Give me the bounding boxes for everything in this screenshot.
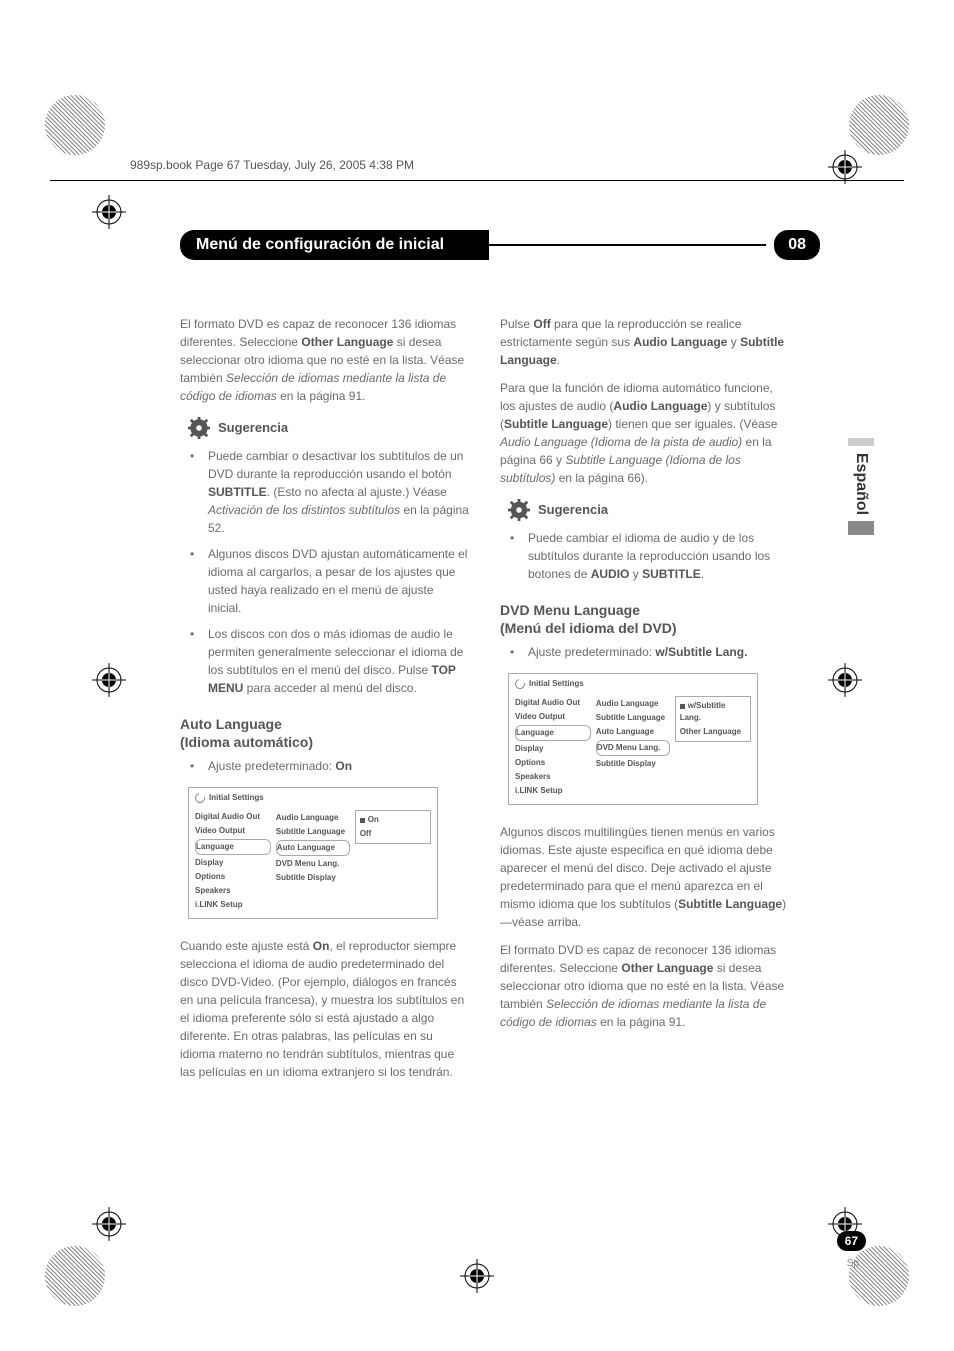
menu-item-selected: Language [515,725,591,741]
hint-header: Sugerencia [508,499,790,521]
menu-option: Other Language [680,725,746,739]
hint-list: Puede cambiar o desactivar los subtítulo… [180,447,470,697]
menu-item: Options [195,870,271,884]
hint-list: Puede cambiar el idioma de audio y de lo… [500,529,790,583]
menu-item: Digital Audio Out [515,696,591,710]
menu-item-selected: Language [195,839,271,855]
menu-item-selected: DVD Menu Lang. [596,740,670,756]
registration-mark-icon [460,1259,494,1293]
loop-icon [513,678,527,692]
list-item: Algunos discos DVD ajustan automáticamen… [198,545,470,617]
menu-item: Display [515,742,591,756]
menu-item: Speakers [515,770,591,784]
registration-mark-icon [92,663,126,697]
right-column: Pulse Off para que la reproducción se re… [500,315,790,1091]
gear-icon [508,499,530,521]
print-mark-circle [849,1246,909,1306]
settings-right-col: OnOff [355,810,431,844]
settings-mid-col: Audio LanguageSubtitle LanguageAuto Lang… [275,810,351,886]
registration-mark-icon [828,1207,862,1241]
default-setting: Ajuste predeterminado: w/Subtitle Lang. [500,643,790,661]
settings-screenshot: Initial Settings Digital Audio OutVideo … [188,787,438,919]
hint-header: Sugerencia [188,417,470,439]
settings-left-col: Digital Audio OutVideo OutputLanguageDis… [515,696,591,798]
menu-item: Video Output [515,710,591,724]
loop-icon [193,792,207,806]
menu-item: Display [195,856,271,870]
menu-item: Subtitle Language [276,825,350,839]
menu-item: Subtitle Display [276,871,350,885]
paragraph: Cuando este ajuste está On, el reproduct… [180,937,470,1081]
settings-right-col: w/Subtitle Lang.Other Language [675,696,751,742]
menu-item: DVD Menu Lang. [276,857,350,871]
page-title: Menú de configuración de inicial [180,230,489,260]
registration-mark-icon [828,663,862,697]
hint-label: Sugerencia [218,418,288,438]
registration-mark-icon [828,150,862,184]
menu-item: i.LINK Setup [195,898,271,912]
page-language-code: Sp [847,1258,859,1269]
menu-option: Off [360,827,426,841]
paragraph: Algunos discos multilingües tienen menús… [500,823,790,931]
menu-option: On [360,813,426,827]
settings-title: Initial Settings [189,788,437,808]
menu-option: w/Subtitle Lang. [680,699,746,725]
list-item: Los discos con dos o más idiomas de audi… [198,625,470,697]
hint-label: Sugerencia [538,500,608,520]
language-tab-label: Español [852,452,870,514]
list-item: Ajuste predeterminado: w/Subtitle Lang. [518,643,790,661]
menu-item: Auto Language [596,725,670,739]
default-setting: Ajuste predeterminado: On [180,757,470,775]
registration-mark-icon [92,1207,126,1241]
section-heading: DVD Menu Language (Menú del idioma del D… [500,601,790,637]
print-header: 989sp.book Page 67 Tuesday, July 26, 200… [130,158,414,172]
chapter-number: 08 [774,230,820,260]
settings-title: Initial Settings [509,674,757,694]
registration-mark-icon [92,195,126,229]
print-mark-circle [45,95,105,155]
paragraph: El formato DVD es capaz de reconocer 136… [180,315,470,405]
menu-item: Subtitle Language [596,711,670,725]
paragraph: Pulse Off para que la reproducción se re… [500,315,790,369]
menu-item: i.LINK Setup [515,784,591,798]
paragraph: Para que la función de idioma automático… [500,379,790,487]
paragraph: El formato DVD es capaz de reconocer 136… [500,941,790,1031]
menu-item: Digital Audio Out [195,810,271,824]
language-tab: Español [848,445,874,535]
menu-item: Speakers [195,884,271,898]
list-item: Puede cambiar o desactivar los subtítulo… [198,447,470,537]
settings-screenshot: Initial Settings Digital Audio OutVideo … [508,673,758,805]
menu-item: Options [515,756,591,770]
settings-left-col: Digital Audio OutVideo OutputLanguageDis… [195,810,271,912]
menu-item: Audio Language [596,697,670,711]
list-item: Puede cambiar el idioma de audio y de lo… [518,529,790,583]
menu-item: Subtitle Display [596,757,670,771]
menu-item: Audio Language [276,811,350,825]
left-column: El formato DVD es capaz de reconocer 136… [180,315,470,1091]
menu-item: Video Output [195,824,271,838]
section-heading: Auto Language (Idioma automático) [180,715,470,751]
list-item: Ajuste predeterminado: On [198,757,470,775]
settings-mid-col: Audio LanguageSubtitle LanguageAuto Lang… [595,696,671,772]
page-header: Menú de configuración de inicial 08 [180,230,820,260]
print-header-line [50,180,904,181]
gear-icon [188,417,210,439]
menu-item-selected: Auto Language [276,840,350,856]
print-mark-circle [45,1246,105,1306]
print-mark-circle [849,95,909,155]
